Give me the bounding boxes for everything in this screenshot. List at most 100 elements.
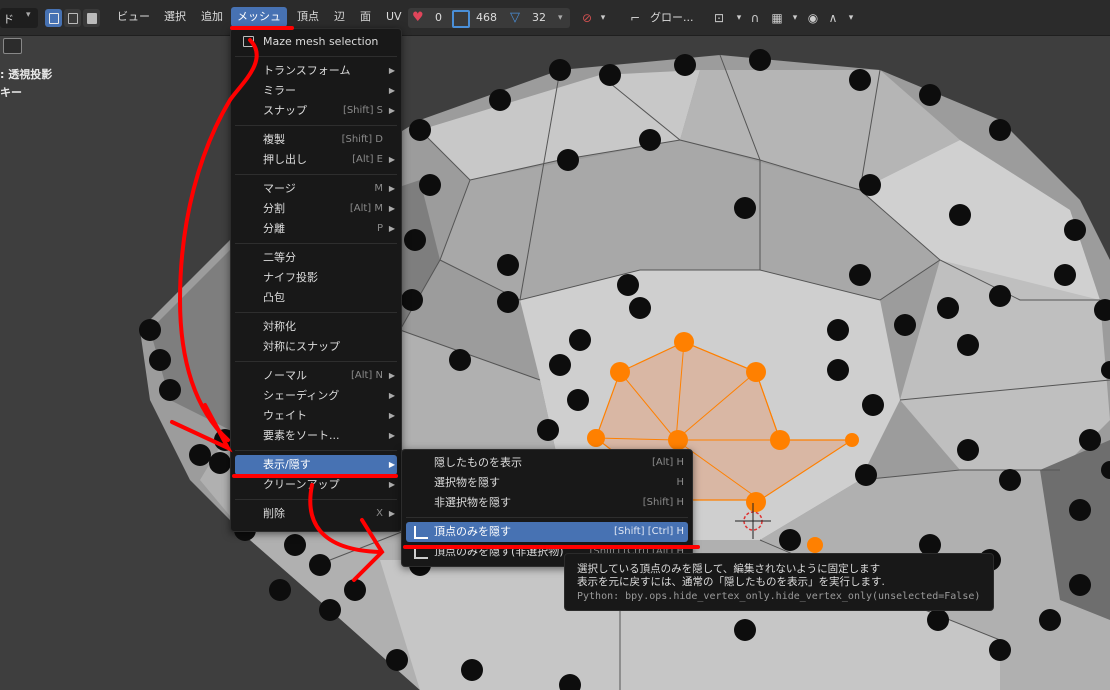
submenu-arrow-icon: ▶ <box>388 391 395 400</box>
menu-item-knife-project[interactable]: ナイフ投影 <box>235 268 397 288</box>
menu-item-extrude[interactable]: 押し出し [Alt] E ▶ <box>235 150 397 170</box>
menu-item-hide-vertex-only[interactable]: 頂点のみを隠す [Shift] [Ctrl] H <box>406 522 688 542</box>
edge-select-mode-button[interactable] <box>64 9 81 27</box>
menu-edge[interactable]: 辺 <box>328 7 351 27</box>
menu-item-merge[interactable]: マージ M ▶ <box>235 179 397 199</box>
mode-dropdown[interactable]: ド ▾ <box>0 8 38 28</box>
menu-item-hide-unselected[interactable]: 非選択物を隠す [Shift] H <box>406 493 688 513</box>
menu-item-maze-mesh-selection[interactable]: Maze mesh selection <box>235 32 397 52</box>
menu-item-symmetrize[interactable]: 対称化 <box>235 317 397 337</box>
stat-faces: 0 <box>435 11 442 24</box>
submenu-arrow-icon: ▶ <box>388 509 395 518</box>
menu-separator <box>235 312 397 313</box>
menu-item-label: ナイフ投影 <box>263 271 318 284</box>
menu-face[interactable]: 面 <box>354 7 377 27</box>
menu-item-separate[interactable]: 分離 P ▶ <box>235 219 397 239</box>
menu-item-shortcut: [Alt] N <box>350 370 383 381</box>
menu-item-transform[interactable]: トランスフォーム ▶ <box>235 61 397 81</box>
menu-separator <box>235 450 397 451</box>
checkbox-icon <box>243 36 254 47</box>
menu-item-mirror[interactable]: ミラー ▶ <box>235 81 397 101</box>
menu-item-delete[interactable]: 削除 X ▶ <box>235 504 397 524</box>
menu-item-bisect[interactable]: 二等分 <box>235 248 397 268</box>
mesh-menu: Maze mesh selection トランスフォーム ▶ ミラー ▶ スナップ [… <box>230 28 402 532</box>
menu-separator <box>235 243 397 244</box>
menu-item-snap-to-symmetry[interactable]: 対称にスナップ <box>235 337 397 357</box>
menu-item-sort-elements[interactable]: 要素をソート... ▶ <box>235 426 397 446</box>
menu-uv[interactable]: UV <box>380 7 408 27</box>
menu-item-show-hide[interactable]: 表示/隠す ▶ <box>235 455 397 475</box>
menu-item-shortcut: [Alt] E <box>352 154 383 165</box>
menu-item-shortcut: X <box>376 508 383 519</box>
menu-item-label: スナップ <box>263 104 307 117</box>
menu-separator <box>235 56 397 57</box>
tooltip: 選択している頂点のみを隠して、編集されないように固定します 表示を元に戻すには、… <box>564 553 994 611</box>
pivot-point-icon[interactable]: ⊡ <box>710 9 728 27</box>
menu-vertex[interactable]: 頂点 <box>291 7 325 27</box>
menu-select[interactable]: 選択 <box>158 7 192 27</box>
menu-item-label: Maze mesh selection <box>263 35 379 48</box>
proportional-edit-icon[interactable]: ◉ <box>804 9 822 27</box>
menu-mesh[interactable]: メッシュ <box>231 7 287 27</box>
menu-item-shortcut: [Shift] S <box>342 105 383 116</box>
submenu-arrow-icon: ▶ <box>388 155 395 164</box>
menu-item-shortcut: [Alt] M <box>349 203 383 214</box>
submenu-arrow-icon: ▶ <box>388 86 395 95</box>
menu-item-shortcut: [Shift] H <box>642 497 684 508</box>
menu-item-shortcut: [Alt] H <box>651 457 684 468</box>
menu-item-shortcut: [Shift] D <box>341 134 383 145</box>
menu-item-label: 押し出し <box>263 153 307 166</box>
viewport-toggle-icon[interactable] <box>3 38 22 54</box>
menu-item-clean-up[interactable]: クリーンアップ ▶ <box>235 475 397 495</box>
menu-item-reveal-hidden[interactable]: 隠したものを表示 [Alt] H <box>406 453 688 473</box>
menu-item-label: 選択物を隠す <box>434 476 500 489</box>
submenu-arrow-icon: ▶ <box>388 204 395 213</box>
menu-item-label: 非選択物を隠す <box>434 496 511 509</box>
vertex-select-mode-button[interactable] <box>45 9 62 27</box>
menu-item-label: 二等分 <box>263 251 296 264</box>
menu-separator <box>235 125 397 126</box>
vertex-count-icon <box>452 10 470 28</box>
menu-item-normals[interactable]: ノーマル [Alt] N ▶ <box>235 366 397 386</box>
chevron-down-icon[interactable]: ▾ <box>594 9 612 27</box>
submenu-arrow-icon: ▶ <box>388 431 395 440</box>
menu-item-convex-hull[interactable]: 凸包 <box>235 288 397 308</box>
falloff-curve-icon[interactable]: ∧ <box>824 9 842 27</box>
menu-item-label: 分離 <box>263 222 285 235</box>
snap-magnet-icon[interactable]: ∩ <box>746 9 764 27</box>
chevron-down-icon[interactable]: ▾ <box>842 9 860 27</box>
menu-separator <box>235 499 397 500</box>
plugin-icon <box>414 526 428 539</box>
chevron-down-icon[interactable]: ▾ <box>786 9 804 27</box>
menu-item-label: 複製 <box>263 133 285 146</box>
menu-item-hide-selected[interactable]: 選択物を隠す H <box>406 473 688 493</box>
submenu-arrow-icon: ▶ <box>388 106 395 115</box>
menu-item-label: ミラー <box>263 84 296 97</box>
transform-orientation-icon: ⌐ <box>629 11 641 25</box>
menu-item-snap[interactable]: スナップ [Shift] S ▶ <box>235 101 397 121</box>
menu-item-label: 表示/隠す <box>263 458 311 471</box>
mesh-stats-group[interactable]: ♥ 0 468 ▽ 32 ▾ <box>408 8 570 28</box>
stat-edges: 32 <box>532 11 546 24</box>
menu-item-label: ウェイト <box>263 409 307 422</box>
menu-item-label: 対称化 <box>263 320 296 333</box>
menu-add[interactable]: 追加 <box>195 7 229 27</box>
overlay-info-label: キー <box>0 86 22 99</box>
submenu-arrow-icon: ▶ <box>388 371 395 380</box>
menu-view[interactable]: ビュー <box>111 7 156 27</box>
menu-item-duplicate[interactable]: 複製 [Shift] D <box>235 130 397 150</box>
menu-item-label: 頂点のみを隠す(非選択物) <box>434 545 564 558</box>
show-hide-submenu: 隠したものを表示 [Alt] H 選択物を隠す H 非選択物を隠す [Shift] H… <box>401 449 693 567</box>
chevron-down-icon: ▾ <box>558 13 563 23</box>
menu-item-label: シェーディング <box>263 389 340 402</box>
menu-item-shading[interactable]: シェーディング ▶ <box>235 386 397 406</box>
submenu-arrow-icon: ▶ <box>388 480 395 489</box>
menu-item-weights[interactable]: ウェイト ▶ <box>235 406 397 426</box>
orientation-dropdown[interactable]: グロー... <box>650 8 694 28</box>
stat-verts: 468 <box>476 11 497 24</box>
menu-item-split[interactable]: 分割 [Alt] M ▶ <box>235 199 397 219</box>
snap-grid-icon[interactable]: ▦ <box>768 9 786 27</box>
projection-label: : 透視投影 <box>0 68 53 81</box>
menu-item-label: 分割 <box>263 202 285 215</box>
face-select-mode-button[interactable] <box>83 9 100 27</box>
